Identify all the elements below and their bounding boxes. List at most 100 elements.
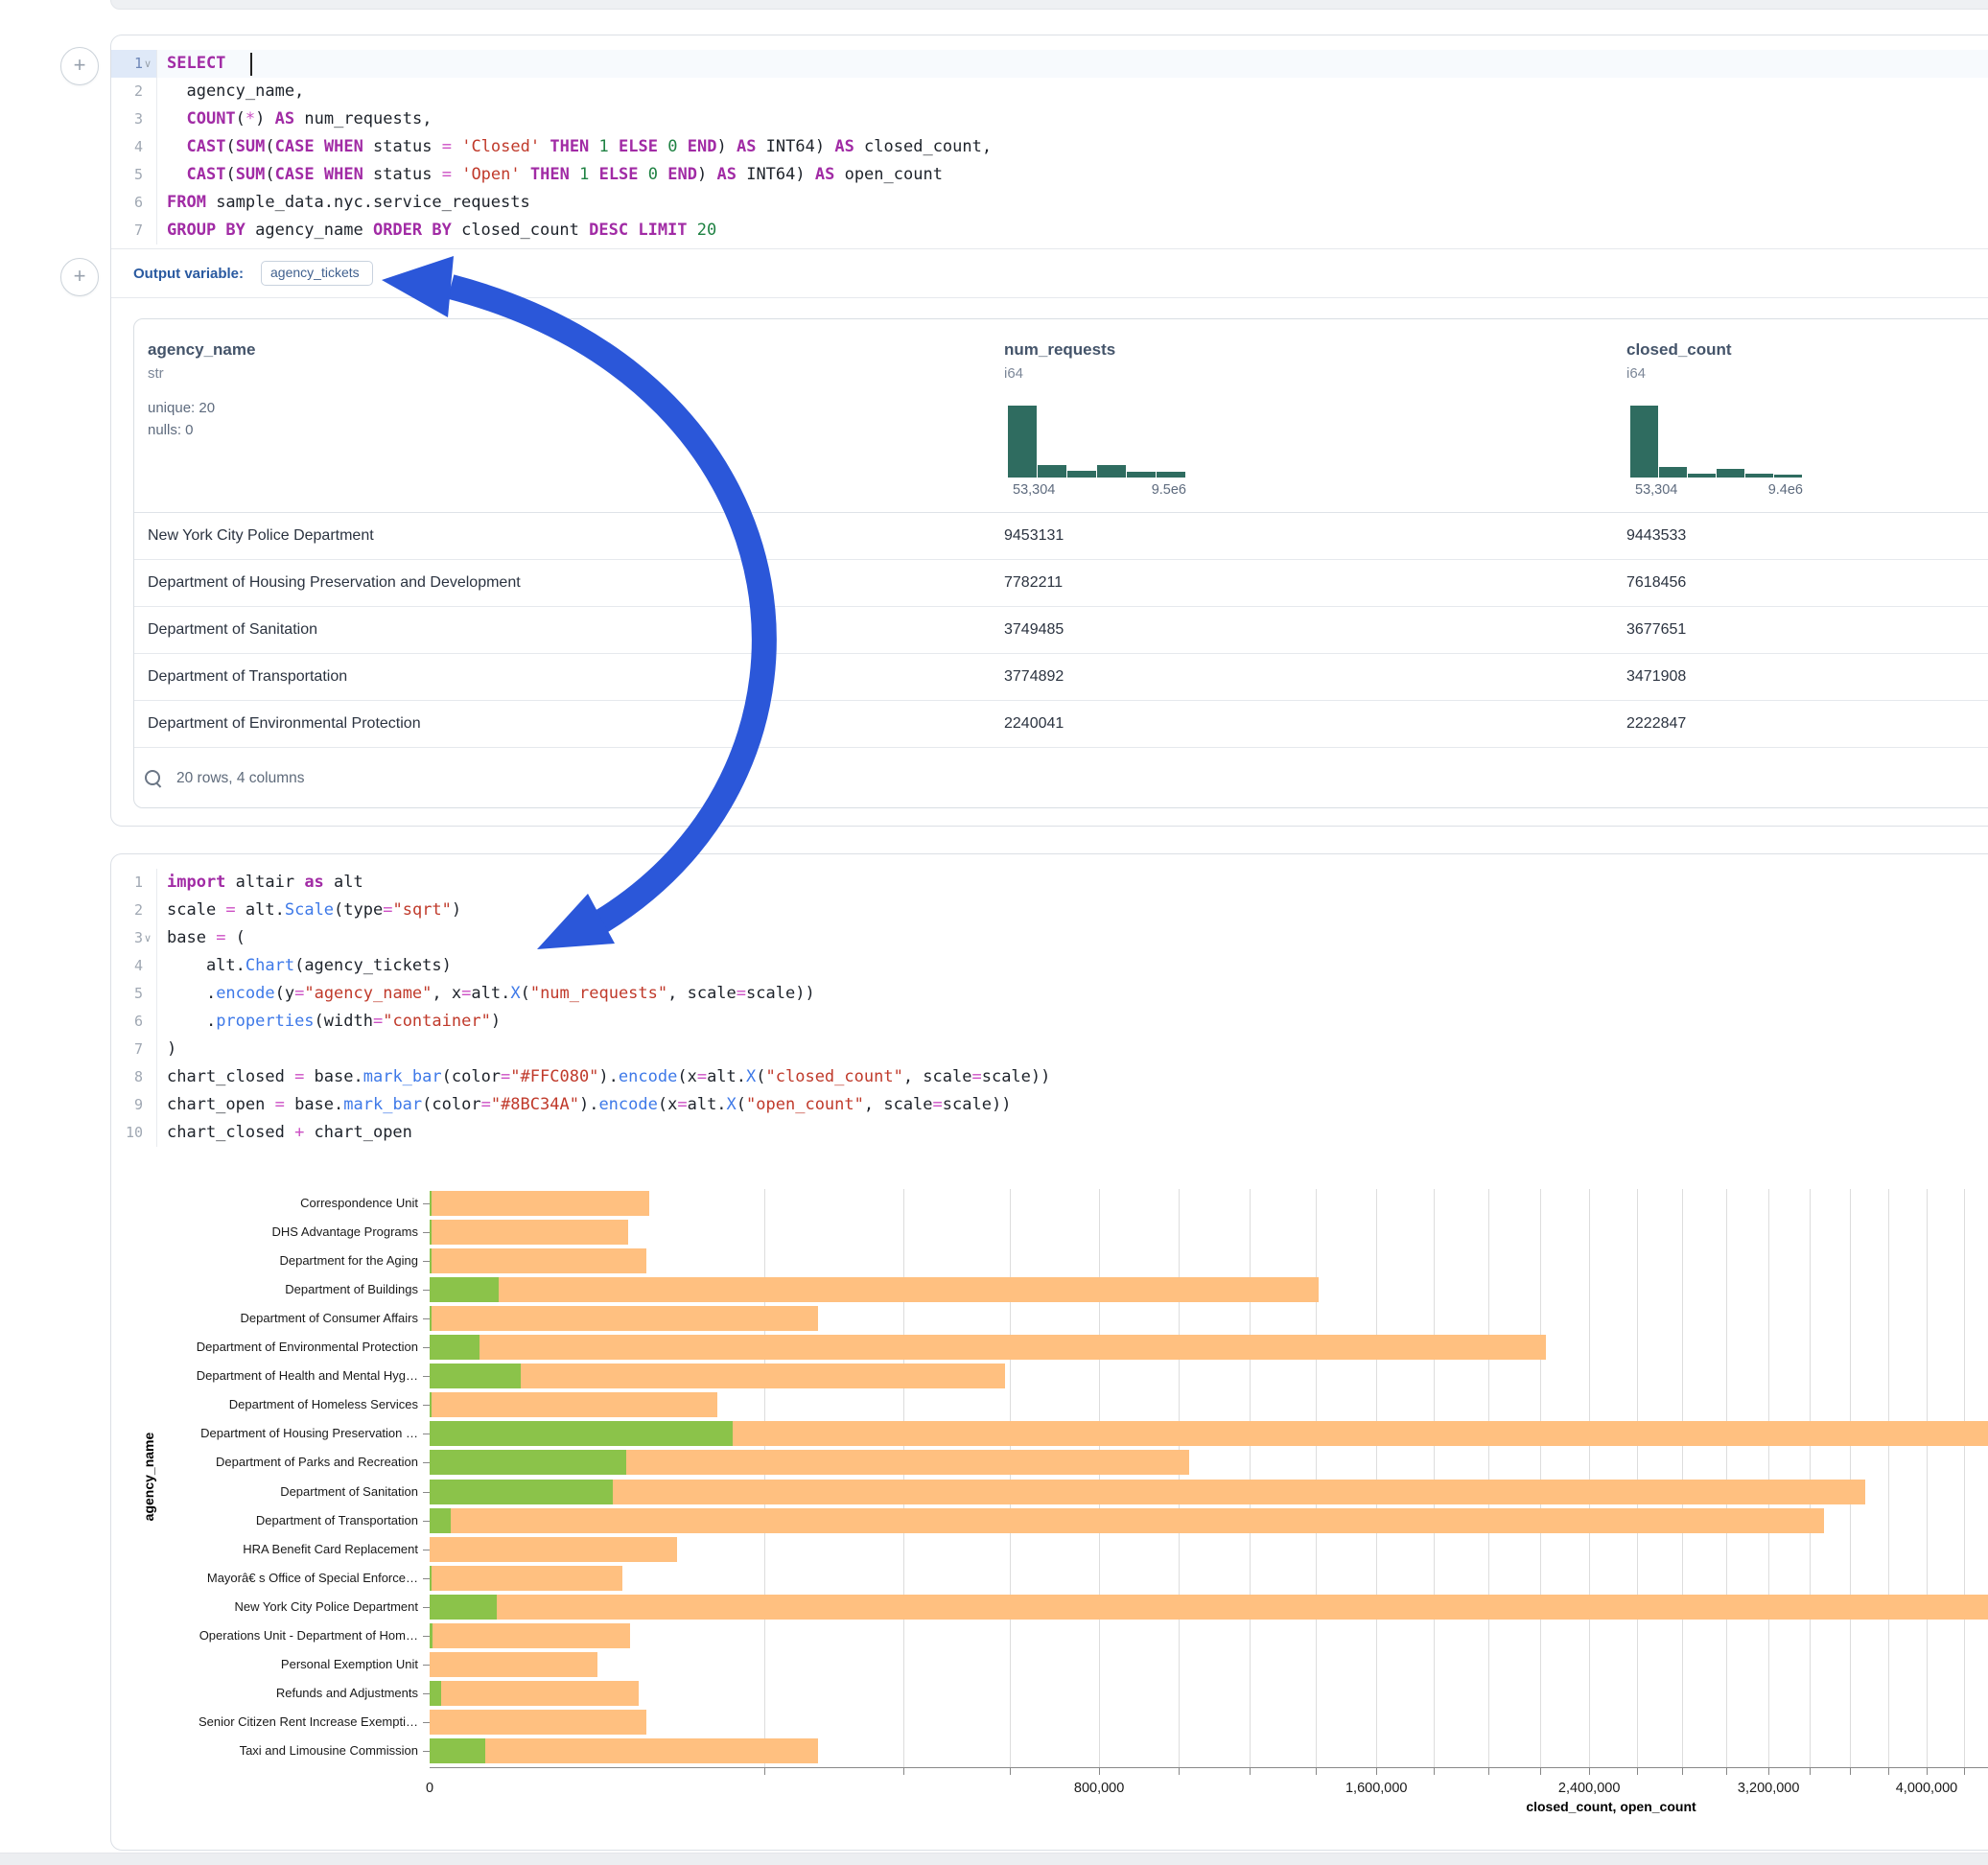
table-cell: 9443533: [1626, 512, 1686, 559]
histogram-min-label: 53,304: [1013, 482, 1055, 498]
python-cell: 1 import altair as alt 2 scale = alt.Scale(…: [110, 853, 1988, 1851]
output-variable-label: Output variable:: [133, 266, 244, 282]
add-cell-button-top[interactable]: +: [60, 47, 99, 85]
output-variable-badge[interactable]: agency_tickets: [261, 261, 373, 286]
code-line-text: ): [167, 1036, 176, 1063]
code-line-text: SELECT: [167, 50, 225, 78]
page-bottom-strip: [0, 1853, 1988, 1865]
code-line[interactable]: 10chart_closed + chart_open: [111, 1119, 1988, 1147]
code-line[interactable]: 9 chart_open = base.mark_bar(color="#8BC3…: [111, 1091, 1988, 1119]
table-row[interactable]: Department of Housing Preservation and D…: [134, 559, 1988, 607]
line-number: 10: [111, 1119, 157, 1147]
table-cell: Department of Environmental Protection: [148, 700, 421, 747]
code-line[interactable]: 2 scale = alt.Scale(type="sqrt"): [111, 897, 1988, 924]
table-cell: 2240041: [1004, 700, 1064, 747]
add-cell-button-output[interactable]: +: [60, 258, 99, 296]
table-cell: 9453131: [1004, 512, 1064, 559]
histogram-bar: [1774, 475, 1802, 478]
table-cell: 3749485: [1004, 606, 1064, 653]
code-line[interactable]: 3∨base = (: [111, 924, 1988, 952]
code-line[interactable]: 1∨SELECT: [111, 50, 1988, 78]
histogram-bar: [1127, 472, 1156, 478]
code-line-text: .encode(y="agency_name", x=alt.X("num_re…: [167, 980, 815, 1008]
histogram-min-label: 53,304: [1635, 482, 1677, 498]
table-cell: 7618456: [1626, 559, 1686, 606]
histogram-bar: [1630, 406, 1658, 478]
line-number: 7: [111, 1036, 157, 1063]
mini-histogram: [1008, 404, 1186, 478]
histogram-max-label: 9.4e6: [1745, 482, 1803, 498]
code-line[interactable]: 7): [111, 1036, 1988, 1063]
histogram-bar: [1688, 474, 1716, 478]
column-type: i64: [1004, 365, 1023, 382]
code-line[interactable]: 5 .encode(y="agency_name", x=alt.X("num_…: [111, 980, 1988, 1008]
code-line-text: base = (: [167, 924, 246, 952]
table-cell: 3774892: [1004, 653, 1064, 700]
python-code-editor[interactable]: 1 import altair as alt 2 scale = alt.Scale(…: [111, 869, 1988, 1147]
line-number: 3: [111, 105, 157, 133]
code-line-text: import altair as alt: [167, 869, 363, 897]
histogram-bar: [1038, 465, 1066, 478]
code-line[interactable]: 4 alt.Chart(agency_tickets): [111, 952, 1988, 980]
column-stat: nulls: 0: [148, 422, 194, 438]
code-line[interactable]: 7GROUP BY agency_name ORDER BY closed_co…: [111, 217, 1988, 245]
code-line[interactable]: 1 import altair as alt: [111, 869, 1988, 897]
table-cell: New York City Police Department: [148, 512, 374, 559]
code-line-text: .properties(width="container"): [167, 1008, 501, 1036]
code-line[interactable]: 3 COUNT(*) AS num_requests,: [111, 105, 1988, 133]
code-line[interactable]: 5 CAST(SUM(CASE WHEN status = 'Open' THE…: [111, 161, 1988, 189]
code-line-text: COUNT(*) AS num_requests,: [167, 105, 432, 133]
table-cell: 7782211: [1004, 559, 1063, 606]
code-line-text: FROM sample_data.nyc.service_requests: [167, 189, 530, 217]
line-number: 5: [111, 980, 157, 1008]
table-cell: Department of Sanitation: [148, 606, 317, 653]
code-line-text: chart_open = base.mark_bar(color="#8BC34…: [167, 1091, 1011, 1119]
fold-chevron-icon[interactable]: ∨: [144, 925, 152, 953]
line-number: 2: [111, 897, 157, 924]
code-line-text: scale = alt.Scale(type="sqrt"): [167, 897, 461, 924]
table-cell: Department of Transportation: [148, 653, 347, 700]
text-cursor: [250, 53, 252, 76]
sql-cell: 1∨SELECT2 agency_name,3 COUNT(*) AS num_…: [110, 35, 1988, 827]
code-line-text: CAST(SUM(CASE WHEN status = 'Closed' THE…: [167, 133, 992, 161]
search-icon[interactable]: [144, 769, 163, 788]
code-line[interactable]: 6 .properties(width="container"): [111, 1008, 1988, 1036]
table-row[interactable]: Department of Transportation377489234719…: [134, 653, 1988, 701]
column-type: str: [148, 365, 164, 382]
table-dimensions-label: 20 rows, 4 columns: [176, 770, 305, 787]
column-header-agency_name[interactable]: agency_name: [148, 340, 255, 360]
code-line[interactable]: 2 agency_name,: [111, 78, 1988, 105]
sql-code-editor[interactable]: 1∨SELECT2 agency_name,3 COUNT(*) AS num_…: [111, 50, 1988, 245]
table-header: agency_namestr unique: 20 nulls: 0 num_requ…: [134, 319, 1988, 512]
line-number: 7: [111, 217, 157, 245]
column-header-num_requests[interactable]: num_requests: [1004, 340, 1115, 360]
mini-histogram: [1630, 404, 1803, 478]
line-number: 8: [111, 1063, 157, 1091]
histogram-bar: [1745, 474, 1773, 478]
code-line[interactable]: 8chart_closed = base.mark_bar(color="#FF…: [111, 1063, 1988, 1091]
table-row[interactable]: Department of Environmental Protection 22…: [134, 700, 1988, 748]
code-line[interactable]: 4 CAST(SUM(CASE WHEN status = 'Closed' T…: [111, 133, 1988, 161]
table-cell: 3677651: [1626, 606, 1686, 653]
histogram-bar: [1067, 471, 1096, 478]
histogram-max-label: 9.5e6: [1129, 482, 1186, 498]
table-row[interactable]: New York City Police Department 9453131 94…: [134, 512, 1988, 560]
results-table: agency_namestr unique: 20 nulls: 0 num_requ…: [133, 318, 1988, 808]
column-header-closed_count[interactable]: closed_count: [1626, 340, 1732, 360]
column-type: i64: [1626, 365, 1646, 382]
table-cell: 2222847: [1626, 700, 1686, 747]
histogram-bar: [1659, 467, 1687, 478]
line-number: 6: [111, 189, 157, 217]
previous-cell-bottom-edge: [110, 0, 1988, 10]
line-number: 1: [111, 869, 157, 897]
table-row[interactable]: Department of Sanitation 3749485 3677651: [134, 606, 1988, 654]
histogram-bar: [1717, 469, 1744, 478]
histogram-bar: [1157, 472, 1185, 478]
output-variable-bar: Output variable: agency_tickets: [111, 248, 1988, 298]
code-line[interactable]: 6 FROM sample_data.nyc.service_requests: [111, 189, 1988, 217]
fold-chevron-icon[interactable]: ∨: [144, 51, 152, 79]
line-number: 9: [111, 1091, 157, 1119]
column-stat: unique: 20: [148, 400, 215, 416]
line-number: 2: [111, 78, 157, 105]
code-line-text: alt.Chart(agency_tickets): [167, 952, 452, 980]
